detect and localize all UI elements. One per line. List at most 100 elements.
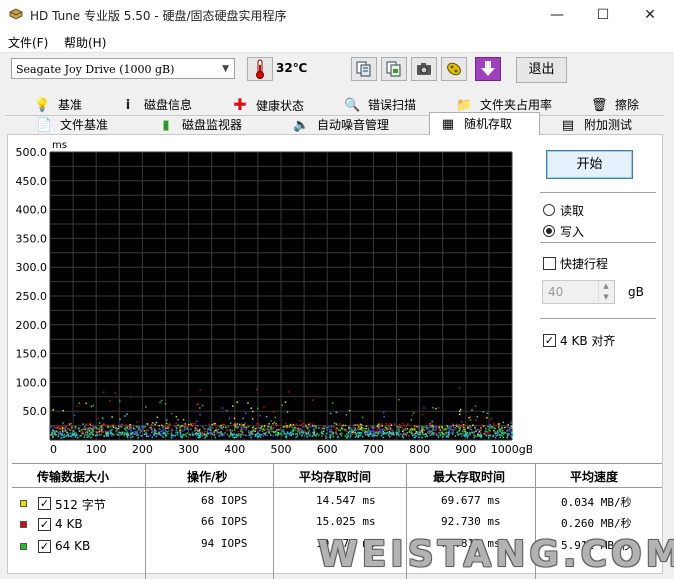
scatter-point xyxy=(83,426,86,428)
scatter-point xyxy=(270,434,272,436)
read-radio[interactable] xyxy=(543,204,555,216)
tab-disk-monitor[interactable]: ▮ 磁盘监视器 xyxy=(158,115,242,135)
scatter-point xyxy=(117,434,120,437)
camera-icon[interactable] xyxy=(411,57,437,81)
menu-help[interactable]: 帮助(H) xyxy=(64,34,106,51)
scatter-point xyxy=(252,426,255,428)
tab-random-access[interactable]: ▦ 随机存取 xyxy=(429,112,540,135)
short-stroke-stepper[interactable]: 40 ▲ ▼ xyxy=(542,280,615,304)
scatter-point xyxy=(423,429,426,432)
tab-erase[interactable]: 🗑 擦除 xyxy=(591,95,639,115)
align-4kb-checkbox[interactable]: ✓ xyxy=(543,334,556,347)
short-stroke-checkbox[interactable] xyxy=(543,257,556,270)
scatter-point xyxy=(494,427,496,430)
x-tick-label: 900 xyxy=(455,443,476,456)
tab-health[interactable]: ✚ 健康状态 xyxy=(232,95,304,115)
scatter-point xyxy=(220,424,222,427)
scatter-point xyxy=(119,431,122,434)
scatter-point xyxy=(179,428,182,431)
table-header-border xyxy=(12,487,662,488)
scatter-point xyxy=(498,428,500,430)
scatter-point xyxy=(85,402,87,405)
scatter-point xyxy=(465,434,468,437)
drive-select[interactable]: Seagate Joy Drive (1000 gB) ▼ xyxy=(11,58,235,79)
scatter-point xyxy=(183,433,185,436)
scatter-point xyxy=(256,432,259,435)
scatter-point xyxy=(233,417,236,420)
options-icon[interactable] xyxy=(441,57,467,81)
scatter-point xyxy=(507,423,510,426)
scatter-point xyxy=(245,412,247,414)
copy-info-icon[interactable] xyxy=(351,57,377,81)
scatter-point xyxy=(251,433,254,436)
menu-file[interactable]: 文件(F) xyxy=(8,34,48,51)
tab-error-scan[interactable]: 🔍 错误扫描 xyxy=(344,95,416,115)
scatter-point xyxy=(466,432,469,434)
scatter-point xyxy=(272,427,275,429)
start-button[interactable]: 开始 xyxy=(546,150,633,179)
tab-benchmark[interactable]: 💡 基准 xyxy=(34,95,82,115)
scatter-point xyxy=(166,419,168,421)
copy-screen-icon[interactable] xyxy=(381,57,407,81)
scatter-point xyxy=(63,436,66,438)
scatter-point xyxy=(252,410,254,413)
scatter-point xyxy=(62,426,65,428)
scatter-point xyxy=(267,429,270,432)
scatter-point xyxy=(379,431,382,433)
stepper-down-icon[interactable]: ▼ xyxy=(598,292,613,302)
row-checkbox[interactable]: ✓ xyxy=(38,497,51,510)
scatter-point xyxy=(472,424,474,427)
scatter-point xyxy=(478,429,481,431)
x-tick-label: 100 xyxy=(86,443,107,456)
tab-extra-tests[interactable]: ▤ 附加测试 xyxy=(560,115,632,135)
scatter-point xyxy=(504,426,506,429)
scatter-point xyxy=(171,433,173,435)
exit-button[interactable]: 退出 xyxy=(516,57,567,83)
scatter-point xyxy=(398,427,400,430)
scatter-point xyxy=(361,429,364,432)
maximize-button[interactable]: ☐ xyxy=(580,0,626,30)
write-radio[interactable] xyxy=(543,225,555,237)
scatter-point xyxy=(68,435,70,438)
scatter-point xyxy=(160,399,163,402)
tab-disk-info[interactable]: i 磁盘信息 xyxy=(120,95,192,115)
scatter-point xyxy=(204,437,206,439)
scatter-point xyxy=(256,427,258,429)
scatter-point xyxy=(415,430,418,433)
stepper-up-icon[interactable]: ▲ xyxy=(598,281,613,291)
scatter-point xyxy=(61,429,64,431)
scatter-point xyxy=(139,429,141,431)
row-checkbox[interactable]: ✓ xyxy=(38,540,51,553)
info-icon: i xyxy=(125,98,131,113)
scatter-point xyxy=(367,428,369,431)
scatter-point xyxy=(265,415,268,418)
scatter-point xyxy=(211,433,214,435)
scatter-point xyxy=(130,396,132,398)
scatter-point xyxy=(221,434,224,436)
scatter-point xyxy=(309,434,312,437)
extra-tests-icon: ▤ xyxy=(561,118,575,133)
tab-noise-management[interactable]: 🔈 自动噪音管理 xyxy=(293,115,389,135)
scatter-point xyxy=(386,432,388,434)
scatter-point xyxy=(177,424,179,427)
scatter-point xyxy=(347,432,350,435)
scatter-point xyxy=(382,428,384,430)
scatter-point xyxy=(371,430,373,432)
scatter-point xyxy=(228,435,231,438)
scatter-point xyxy=(52,434,54,437)
scatter-point xyxy=(60,437,62,439)
scatter-point xyxy=(92,428,94,431)
tab-file-benchmark[interactable]: 📄 文件基准 xyxy=(36,115,108,135)
scatter-point xyxy=(401,427,404,429)
scatter-point xyxy=(134,432,136,435)
scatter-point xyxy=(443,433,445,436)
scatter-point xyxy=(57,434,60,436)
scatter-point xyxy=(109,400,111,402)
download-icon[interactable] xyxy=(475,57,501,81)
scatter-point xyxy=(486,432,489,434)
row-checkbox[interactable]: ✓ xyxy=(38,518,51,531)
close-button[interactable]: ✕ xyxy=(627,0,673,30)
scatter-point xyxy=(261,425,263,428)
minimize-button[interactable]: — xyxy=(534,0,580,30)
scatter-point xyxy=(275,425,277,427)
